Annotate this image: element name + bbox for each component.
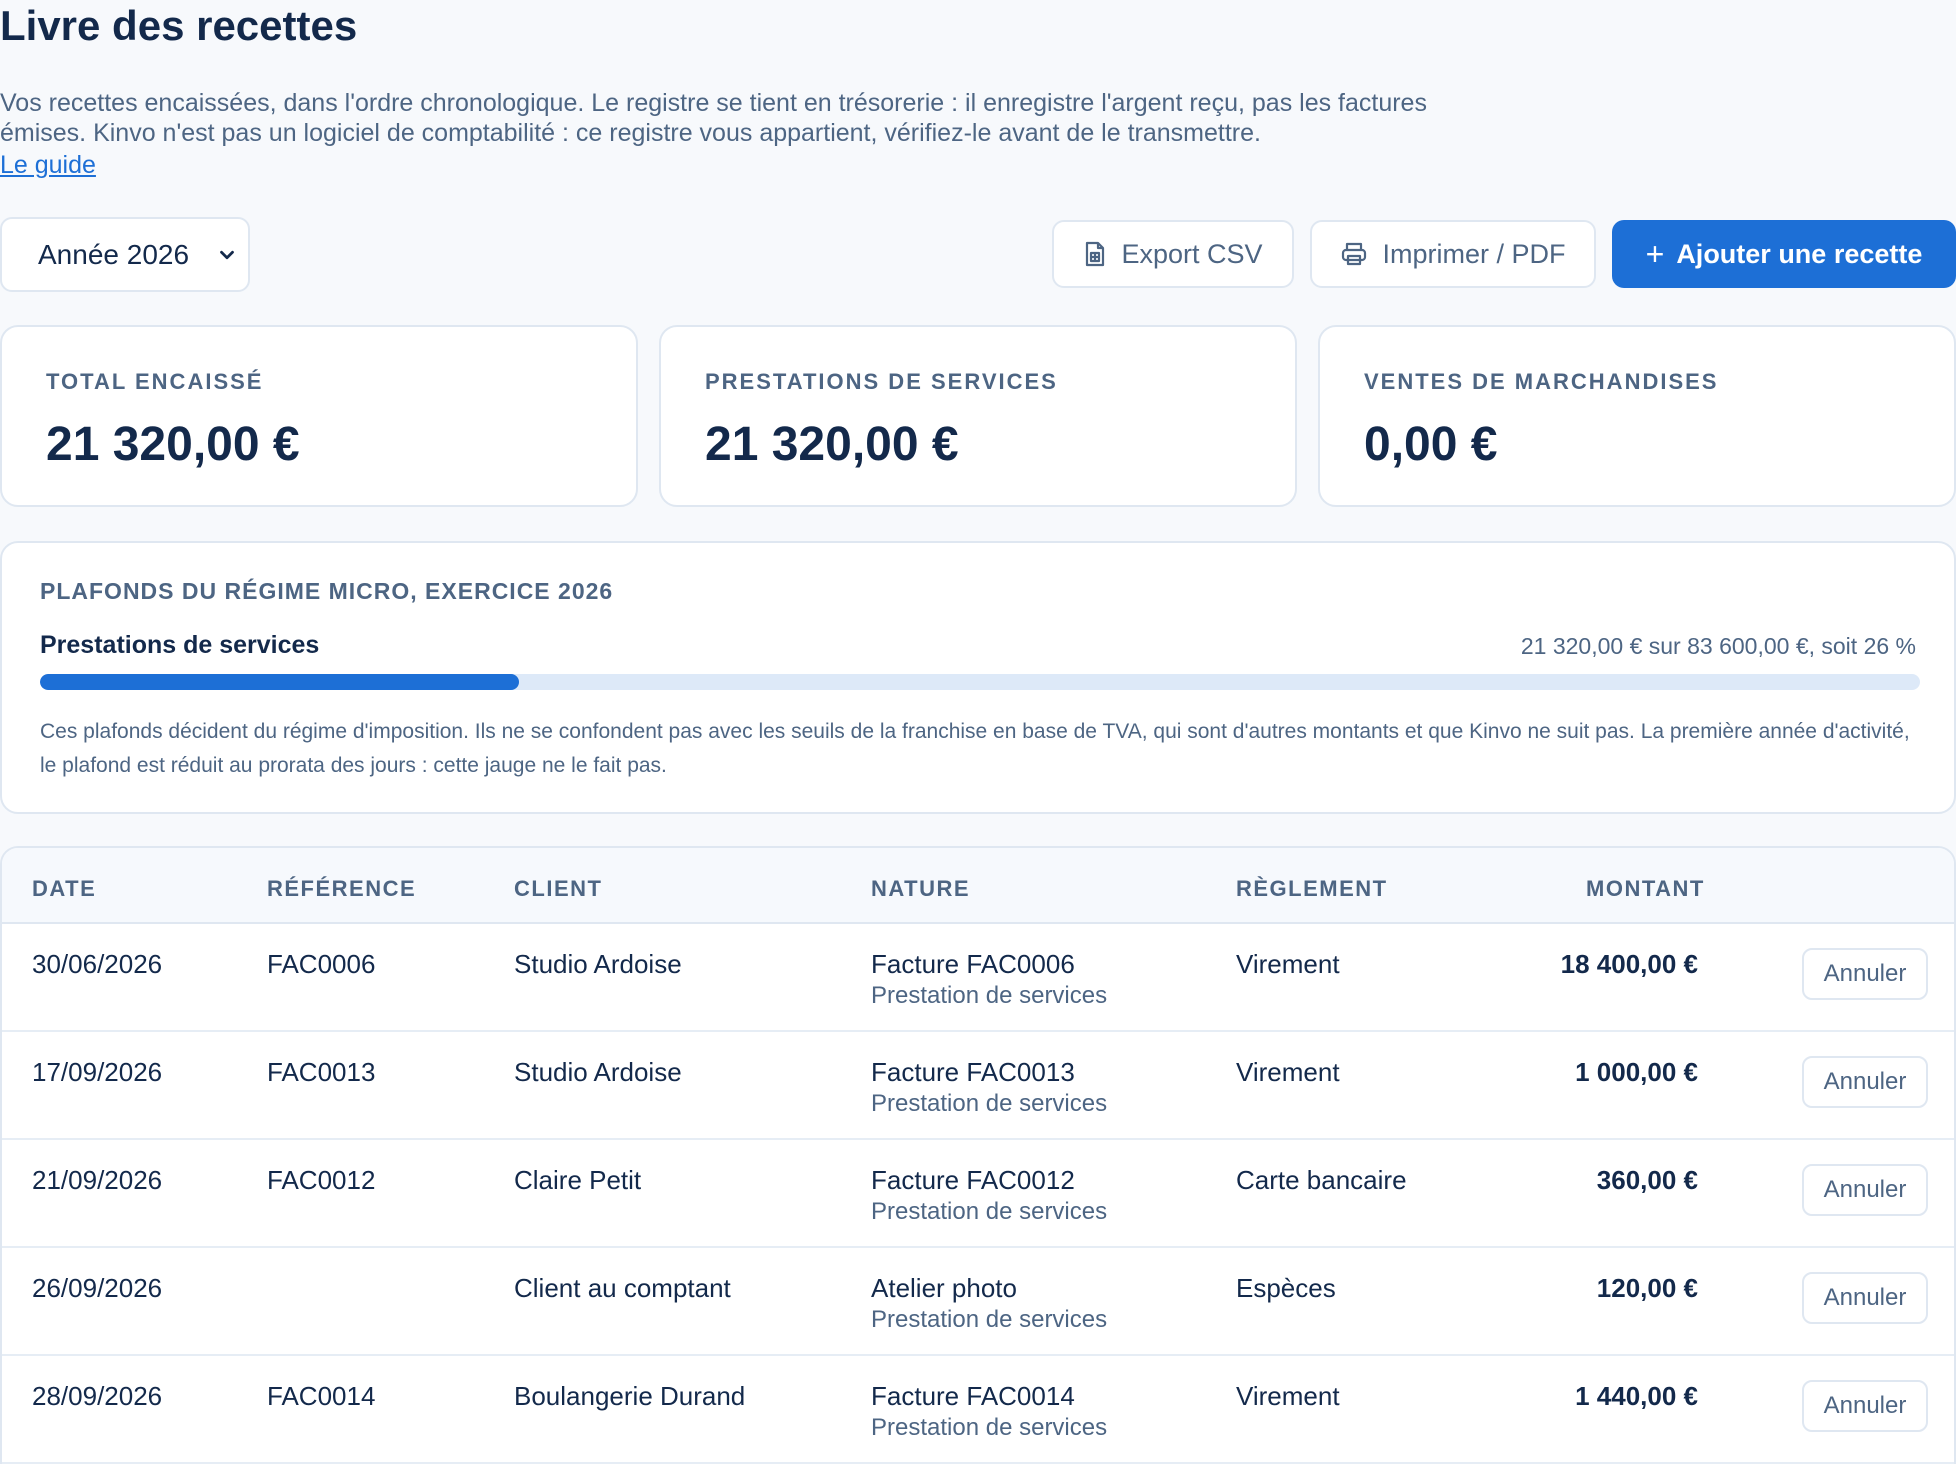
page-intro: Vos recettes encaissées, dans l'ordre ch… xyxy=(0,89,1427,147)
col-header-client: CLIENT xyxy=(514,876,603,901)
ceilings-note: Ces plafonds décident du régime d'imposi… xyxy=(40,720,1910,777)
ceilings-title: PLAFONDS DU RÉGIME MICRO, EXERCICE 2026 xyxy=(40,578,614,604)
printer-icon xyxy=(1342,242,1367,266)
cell-payment: Virement xyxy=(1236,1381,1340,1411)
cancel-button[interactable]: Annuler xyxy=(1802,1272,1928,1324)
cell-date: 26/09/2026 xyxy=(32,1273,163,1303)
cell-client: Claire Petit xyxy=(514,1165,642,1195)
cancel-button[interactable]: Annuler xyxy=(1802,1380,1928,1432)
nature-title: Facture FAC0013 xyxy=(871,1057,1075,1087)
stat-card-total: TOTAL ENCAISSÉ 21 320,00 € xyxy=(0,325,638,507)
print-pdf-label: Imprimer / PDF xyxy=(1382,238,1566,269)
cell-client: Studio Ardoise xyxy=(514,949,682,979)
ceilings-category: Prestations de services xyxy=(40,631,320,659)
cell-date: 28/09/2026 xyxy=(32,1381,163,1411)
cell-nature: Facture FAC0006 Prestation de services xyxy=(871,949,1107,1010)
add-receipt-label: Ajouter une recette xyxy=(1676,238,1923,269)
add-receipt-button[interactable]: + Ajouter une recette xyxy=(1612,220,1956,288)
stat-label: TOTAL ENCAISSÉ xyxy=(46,369,264,394)
export-csv-button[interactable]: Export CSV xyxy=(1052,220,1294,288)
receipts-ledger-page: Livre des recettes Vos recettes encaissé… xyxy=(0,0,1956,1464)
cell-payment: Carte bancaire xyxy=(1236,1165,1407,1195)
cell-nature: Facture FAC0012 Prestation de services xyxy=(871,1165,1107,1226)
nature-subtitle: Prestation de services xyxy=(871,1414,1108,1441)
nature-subtitle: Prestation de services xyxy=(871,1198,1108,1225)
year-select[interactable]: Année 2026 xyxy=(0,217,250,292)
cell-date: 21/09/2026 xyxy=(32,1165,163,1195)
col-header-payment: RÈGLEMENT xyxy=(1236,876,1388,901)
nature-title: Facture FAC0012 xyxy=(871,1165,1075,1195)
nature-subtitle: Prestation de services xyxy=(871,1306,1108,1333)
stat-value: 21 320,00 € xyxy=(46,418,300,471)
col-header-reference: RÉFÉRENCE xyxy=(267,876,417,901)
table-row: 26/09/2026 Client au comptant Atelier ph… xyxy=(2,1248,1954,1356)
ceilings-ratio: 21 320,00 € sur 83 600,00 €, soit 26 % xyxy=(1520,633,1916,659)
table-row: 28/09/2026 FAC0014 Boulangerie Durand Fa… xyxy=(2,1356,1954,1464)
col-header-date: DATE xyxy=(32,876,97,901)
stat-label: PRESTATIONS DE SERVICES xyxy=(705,369,1058,394)
cancel-button[interactable]: Annuler xyxy=(1802,948,1928,1000)
cell-client: Studio Ardoise xyxy=(514,1057,682,1087)
cell-reference: FAC0012 xyxy=(267,1165,376,1195)
cell-nature: Facture FAC0013 Prestation de services xyxy=(871,1057,1107,1118)
stat-value: 0,00 € xyxy=(1364,418,1498,471)
nature-title: Atelier photo xyxy=(871,1273,1017,1303)
cell-amount: 360,00 € xyxy=(1596,1165,1698,1195)
ceiling-progress-bar xyxy=(40,674,1920,690)
cell-date: 30/06/2026 xyxy=(32,949,163,979)
cell-amount: 120,00 € xyxy=(1596,1273,1698,1303)
export-csv-label: Export CSV xyxy=(1121,238,1263,269)
nature-title: Facture FAC0014 xyxy=(871,1381,1075,1411)
cell-reference: FAC0006 xyxy=(267,949,376,979)
receipts-table: DATE RÉFÉRENCE CLIENT NATURE RÈGLEMENT M… xyxy=(0,846,1956,1464)
cancel-button[interactable]: Annuler xyxy=(1802,1164,1928,1216)
nature-subtitle: Prestation de services xyxy=(871,1090,1108,1117)
cell-amount: 1 000,00 € xyxy=(1575,1057,1698,1087)
cell-payment: Espèces xyxy=(1236,1273,1336,1303)
cell-reference: FAC0013 xyxy=(267,1057,376,1087)
spreadsheet-file-icon xyxy=(1086,241,1105,267)
chevron-down-icon xyxy=(220,250,234,259)
micro-ceilings-panel: PLAFONDS DU RÉGIME MICRO, EXERCICE 2026 … xyxy=(0,541,1956,814)
plus-icon: + xyxy=(1645,236,1665,272)
table-header: DATE RÉFÉRENCE CLIENT NATURE RÈGLEMENT M… xyxy=(2,848,1954,924)
cell-amount: 1 440,00 € xyxy=(1575,1381,1698,1411)
stat-card-services: PRESTATIONS DE SERVICES 21 320,00 € xyxy=(659,325,1297,507)
ceiling-progress-fill xyxy=(40,674,520,690)
year-select-value: Année 2026 xyxy=(38,238,190,270)
stat-label: VENTES DE MARCHANDISES xyxy=(1364,369,1719,394)
col-header-nature: NATURE xyxy=(871,876,971,901)
table-row: 17/09/2026 FAC0013 Studio Ardoise Factur… xyxy=(2,1032,1954,1140)
cell-reference: FAC0014 xyxy=(267,1381,376,1411)
cell-client: Boulangerie Durand xyxy=(514,1381,746,1411)
cell-payment: Virement xyxy=(1236,949,1340,979)
nature-title: Facture FAC0006 xyxy=(871,949,1075,979)
stat-card-goods: VENTES DE MARCHANDISES 0,00 € xyxy=(1318,325,1956,507)
cell-nature: Facture FAC0014 Prestation de services xyxy=(871,1381,1107,1442)
page-title: Livre des recettes xyxy=(0,2,358,49)
cell-client: Client au comptant xyxy=(514,1273,731,1303)
col-header-amount: MONTANT xyxy=(1586,876,1705,901)
guide-link[interactable]: Le guide xyxy=(0,150,96,180)
cell-payment: Virement xyxy=(1236,1057,1340,1087)
print-pdf-button[interactable]: Imprimer / PDF xyxy=(1310,220,1596,288)
cell-date: 17/09/2026 xyxy=(32,1057,163,1087)
table-row: 30/06/2026 FAC0006 Studio Ardoise Factur… xyxy=(2,924,1954,1032)
cell-amount: 18 400,00 € xyxy=(1560,949,1698,979)
nature-subtitle: Prestation de services xyxy=(871,982,1108,1009)
cancel-button[interactable]: Annuler xyxy=(1802,1056,1928,1108)
stat-value: 21 320,00 € xyxy=(705,418,959,471)
table-row: 21/09/2026 FAC0012 Claire Petit Facture … xyxy=(2,1140,1954,1248)
cell-nature: Atelier photo Prestation de services xyxy=(871,1273,1107,1334)
